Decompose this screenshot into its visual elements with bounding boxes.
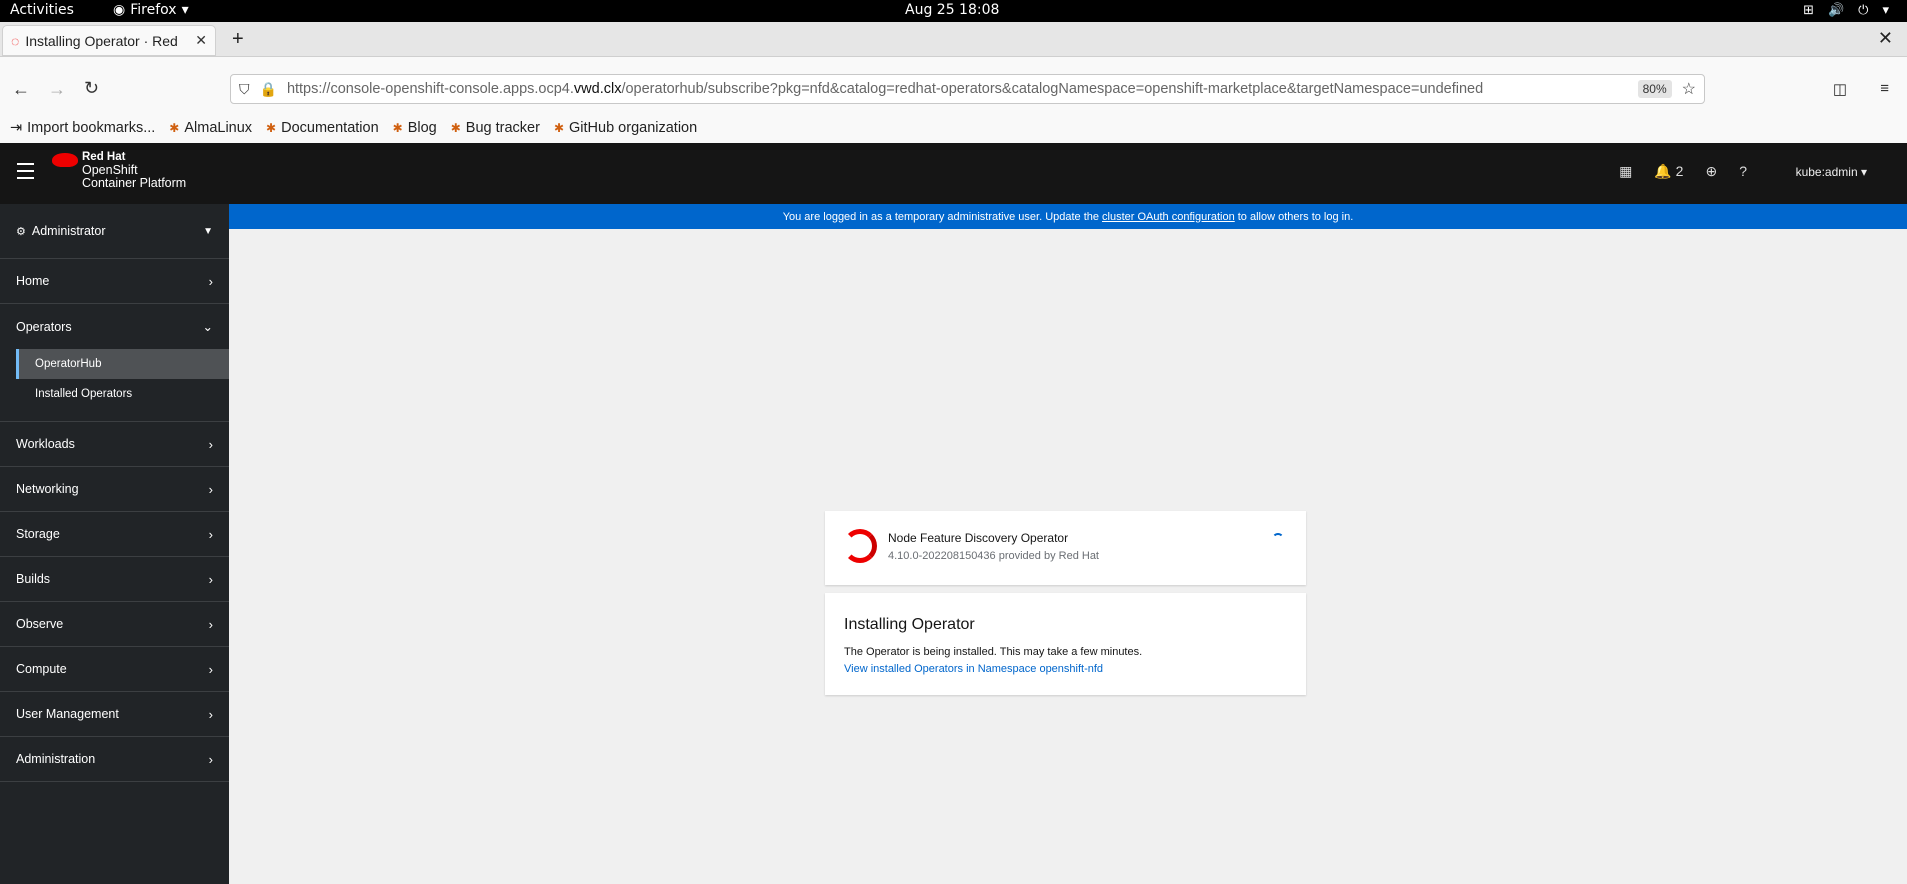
- chevron-right-icon: ›: [208, 526, 213, 542]
- firefox-icon: ◉: [113, 2, 126, 18]
- view-installed-operators-link[interactable]: View installed Operators in Namespace op…: [844, 663, 1103, 675]
- bookmark-star-icon[interactable]: ☆: [1682, 79, 1696, 99]
- sidebar: ⚙ Administrator ▼ Home › Operators ⌄ Opera…: [0, 204, 229, 884]
- console-masthead: Red Hat OpenShift Container Platform ▦ 🔔…: [0, 143, 1907, 204]
- bookmark-item[interactable]: ✱ AlmaLinux: [169, 120, 252, 136]
- bookmark-item[interactable]: ✱ GitHub organization: [554, 120, 697, 136]
- sidebar-item-builds[interactable]: Builds ›: [0, 557, 229, 602]
- back-icon[interactable]: ←: [12, 79, 30, 100]
- operator-version: 4.10.0-202208150436 provided by Red Hat: [888, 550, 1099, 562]
- cogs-icon: ⚙: [16, 225, 26, 238]
- chevron-right-icon: ›: [208, 273, 213, 289]
- notifications-button[interactable]: 🔔 2: [1654, 163, 1683, 180]
- sidebar-item-compute[interactable]: Compute ›: [0, 647, 229, 692]
- almalinux-icon: ✱: [266, 121, 277, 135]
- notifications-count: 2: [1675, 163, 1684, 179]
- bell-icon: 🔔: [1654, 163, 1672, 179]
- url-bar[interactable]: ⛉ 🔒 https://console-openshift-console.ap…: [230, 74, 1705, 104]
- bookmark-item[interactable]: ✱ Blog: [393, 120, 437, 136]
- browser-nav-bar: ← → ↻ ⛉ 🔒 https://console-openshift-cons…: [0, 57, 1907, 121]
- reload-icon[interactable]: ↻: [84, 78, 99, 99]
- app-menu[interactable]: ◉ Firefox ▾: [113, 2, 189, 18]
- install-status-card: Installing Operator The Operator is bein…: [825, 593, 1306, 695]
- caret-down-icon: ▼: [203, 225, 213, 237]
- system-tray[interactable]: ⊞ 🔊 ⏻ ▾: [1803, 3, 1889, 18]
- bookmark-item[interactable]: ✱ Documentation: [266, 120, 379, 136]
- almalinux-icon: ✱: [553, 121, 565, 135]
- chevron-down-icon: ▾: [181, 2, 189, 18]
- almalinux-icon: ✱: [392, 121, 403, 135]
- caret-down-icon: ▾: [1860, 165, 1867, 179]
- operator-name: Node Feature Discovery Operator: [888, 531, 1069, 545]
- shield-icon: ⛉: [239, 80, 250, 97]
- pocket-icon[interactable]: ◫: [1833, 80, 1847, 98]
- redhat-hat-icon: [52, 153, 78, 167]
- chevron-right-icon: ›: [208, 751, 213, 767]
- perspective-switcher[interactable]: ⚙ Administrator ▼: [0, 204, 229, 259]
- sidebar-item-installed-operators[interactable]: Installed Operators: [0, 379, 229, 409]
- chevron-right-icon: ›: [208, 481, 213, 497]
- chevron-right-icon: ›: [208, 706, 213, 722]
- bookmark-item[interactable]: ✱ Bug tracker: [451, 120, 540, 136]
- help-icon[interactable]: ?: [1739, 163, 1747, 180]
- cluster-banner: You are logged in as a temporary adminis…: [229, 204, 1907, 229]
- operator-logo-icon: [843, 529, 877, 563]
- import-icon: ⇥: [10, 120, 23, 136]
- user-menu[interactable]: kube:admin ▾: [1796, 165, 1867, 179]
- tab-title: Installing Operator · Red: [25, 32, 178, 49]
- sidebar-item-observe[interactable]: Observe ›: [0, 602, 229, 647]
- system-top-bar: Activities ◉ Firefox ▾ Aug 25 18:08 ⊞ 🔊 …: [0, 0, 1907, 22]
- zoom-level[interactable]: 80%: [1637, 80, 1672, 98]
- close-tab-icon[interactable]: ✕: [195, 32, 207, 49]
- openshift-favicon-icon: ◌: [11, 32, 20, 49]
- chevron-right-icon: ›: [208, 571, 213, 587]
- lock-icon: 🔒: [259, 80, 277, 97]
- bookmark-item[interactable]: ⇥ Import bookmarks...: [10, 120, 155, 136]
- sidebar-item-storage[interactable]: Storage ›: [0, 512, 229, 557]
- install-message: The Operator is being installed. This ma…: [844, 646, 1143, 658]
- clock[interactable]: Aug 25 18:08: [905, 2, 999, 18]
- chevron-down-icon: ▾: [1882, 3, 1889, 18]
- sidebar-item-administration[interactable]: Administration ›: [0, 737, 229, 782]
- oauth-config-link[interactable]: cluster OAuth configuration: [1102, 211, 1235, 223]
- volume-icon: 🔊: [1827, 3, 1845, 18]
- power-icon: ⏻: [1858, 3, 1869, 18]
- activities-button[interactable]: Activities: [10, 2, 74, 18]
- sidebar-section-operators: Operators ⌄ OperatorHub Installed Operato…: [0, 304, 229, 422]
- sidebar-item-operators[interactable]: Operators ⌄: [0, 304, 229, 349]
- bookmarks-bar: ⇥ Import bookmarks... ✱ AlmaLinux ✱ Documen…: [0, 113, 1907, 143]
- chevron-right-icon: ›: [208, 661, 213, 677]
- redhat-logo[interactable]: Red Hat OpenShift Container Platform: [52, 151, 186, 190]
- browser-tab[interactable]: ◌ Installing Operator · Red ✕: [2, 25, 216, 56]
- almalinux-icon: ✱: [169, 121, 180, 135]
- url-text: https://console-openshift-console.apps.o…: [286, 81, 1484, 97]
- sidebar-item-user-management[interactable]: User Management ›: [0, 692, 229, 737]
- window-close-button[interactable]: ✕: [1878, 28, 1893, 49]
- chevron-right-icon: ›: [208, 616, 213, 632]
- network-icon: ⊞: [1803, 3, 1814, 18]
- chevron-down-icon: ⌄: [202, 320, 213, 334]
- sidebar-item-workloads[interactable]: Workloads ›: [0, 422, 229, 467]
- menu-icon[interactable]: ≡: [1880, 80, 1889, 97]
- new-tab-button[interactable]: +: [232, 28, 244, 51]
- app-menu-label: Firefox: [130, 2, 177, 18]
- app-launcher-icon[interactable]: ▦: [1619, 163, 1632, 180]
- install-title: Installing Operator: [844, 616, 975, 633]
- sidebar-item-operatorhub[interactable]: OperatorHub: [16, 349, 229, 379]
- loading-spinner-icon: [1272, 533, 1284, 545]
- hamburger-menu-icon[interactable]: [17, 163, 34, 184]
- sidebar-item-home[interactable]: Home ›: [0, 259, 229, 304]
- import-yaml-icon[interactable]: ⊕: [1705, 163, 1717, 180]
- operator-card: Node Feature Discovery Operator 4.10.0-2…: [825, 511, 1306, 585]
- browser-tab-bar: ◌ Installing Operator · Red ✕ + ✕: [0, 22, 1907, 57]
- chevron-right-icon: ›: [208, 436, 213, 452]
- forward-icon[interactable]: →: [48, 79, 66, 100]
- almalinux-icon: ✱: [450, 121, 461, 135]
- sidebar-item-networking[interactable]: Networking ›: [0, 467, 229, 512]
